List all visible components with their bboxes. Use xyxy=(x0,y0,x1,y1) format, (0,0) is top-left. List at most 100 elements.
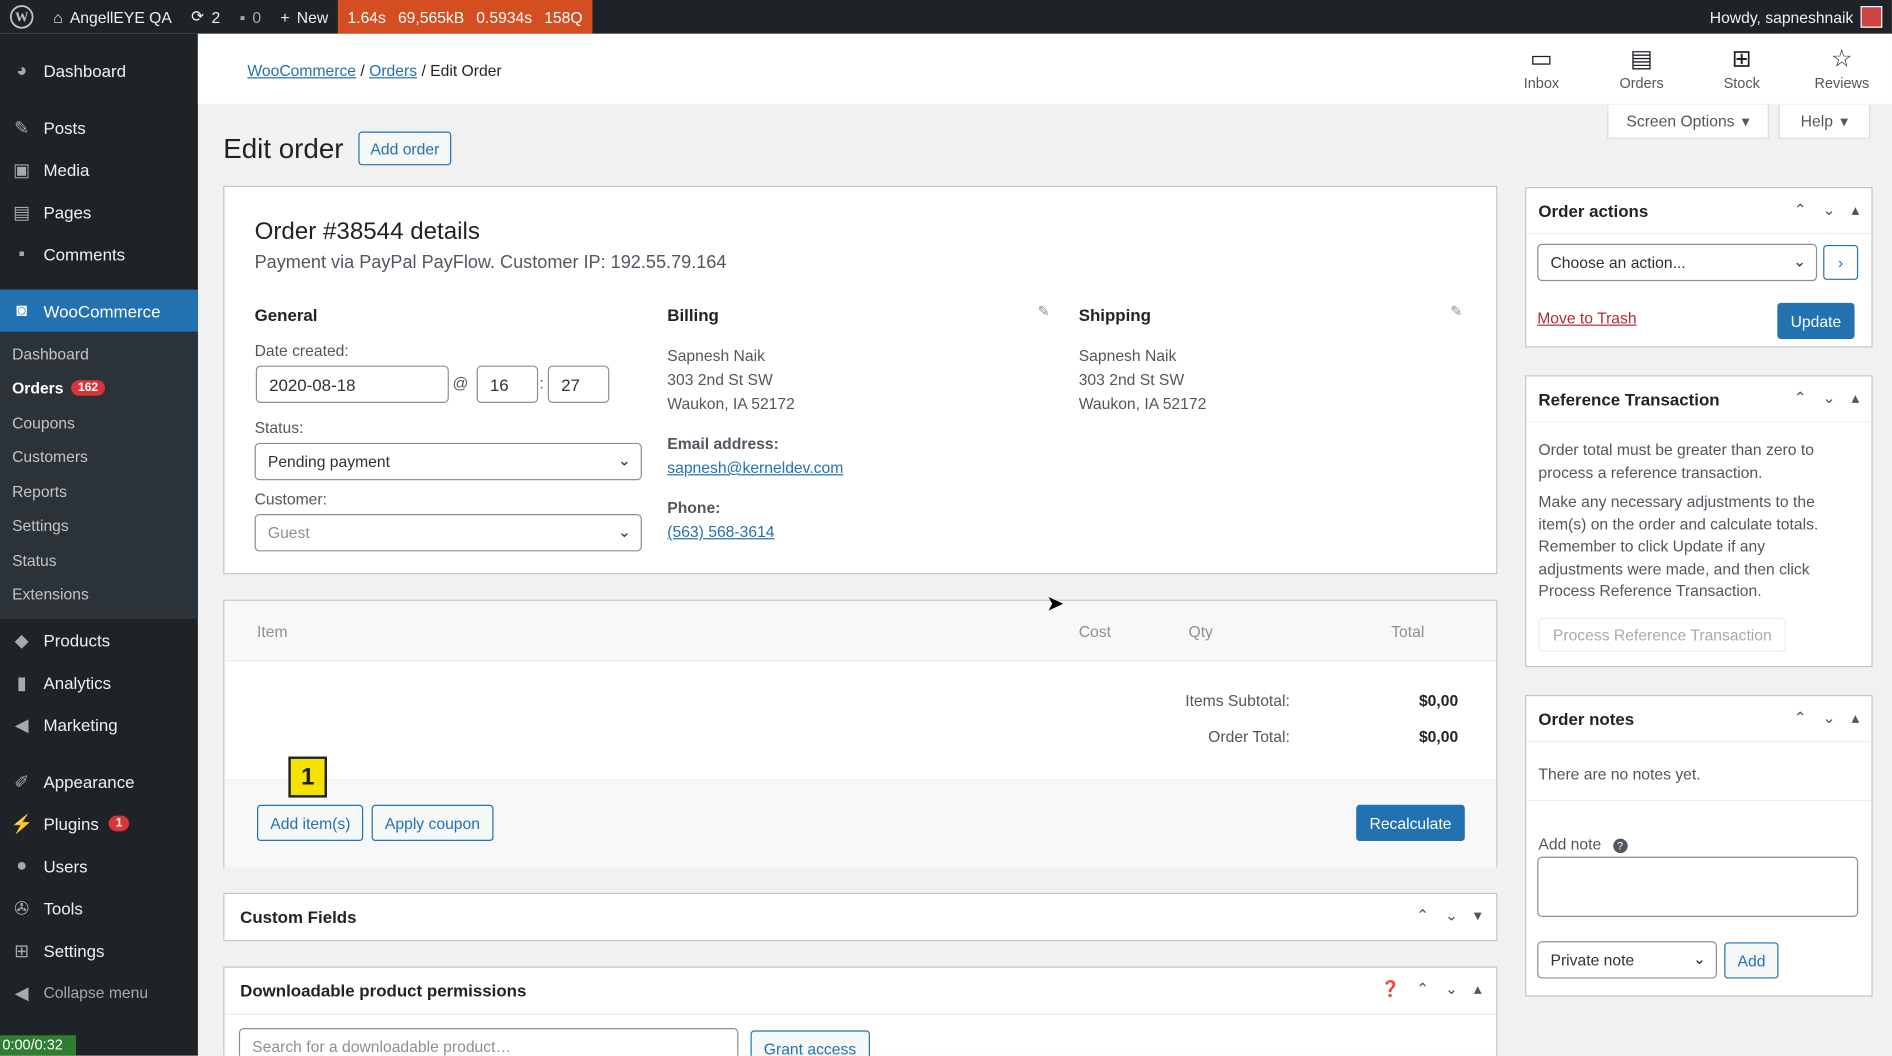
apply-coupon-button[interactable]: Apply coupon xyxy=(371,804,494,842)
menu-settings[interactable]: ⊞ Settings xyxy=(0,929,198,971)
submenu-coupons[interactable]: Coupons xyxy=(0,405,198,439)
move-up-icon[interactable]: ⌃ xyxy=(1794,200,1807,219)
submenu-orders-label: Orders xyxy=(12,379,64,398)
items-actions-bar: Add item(s) Apply coupon Recalculate xyxy=(224,779,1497,868)
menu-tools[interactable]: ✇ Tools xyxy=(0,887,198,929)
menu-analytics[interactable]: ▮ Analytics xyxy=(0,661,198,703)
menu-marketing[interactable]: ◀ Marketing xyxy=(0,703,198,745)
move-up-icon[interactable]: ⌃ xyxy=(1794,708,1807,727)
orders-tab[interactable]: ▤ Orders xyxy=(1592,43,1692,92)
edit-billing-pencil-icon[interactable]: ✎ xyxy=(1038,303,1050,320)
menu-comments[interactable]: ▪ Comments xyxy=(0,233,198,275)
update-order-button[interactable]: Update xyxy=(1777,302,1855,340)
add-order-button[interactable]: Add order xyxy=(358,131,452,166)
edit-shipping-pencil-icon[interactable]: ✎ xyxy=(1450,303,1462,320)
toggle-panel-icon[interactable]: ▴ xyxy=(1851,708,1859,727)
breadcrumb-woocommerce[interactable]: WooCommerce xyxy=(247,62,356,80)
date-created-input[interactable]: 2020-08-18 xyxy=(255,365,449,404)
menu-products[interactable]: ◆ Products xyxy=(0,619,198,661)
submenu-orders[interactable]: Orders 162 xyxy=(0,371,198,405)
submenu-dashboard[interactable]: Dashboard xyxy=(0,337,198,371)
inbox-icon: ▭ xyxy=(1530,45,1553,73)
collapse-menu-button[interactable]: ◀ Collapse menu xyxy=(0,971,198,1013)
hour-input[interactable]: 16 xyxy=(476,365,539,404)
help-question-icon[interactable]: ❓ xyxy=(1381,980,1401,999)
query-monitor-stats[interactable]: 1.64s 69,565kB 0.5934s 158Q xyxy=(337,0,593,34)
wordpress-logo-icon[interactable]: W xyxy=(0,0,43,34)
menu-appearance[interactable]: ✐ Appearance xyxy=(0,760,198,802)
move-down-icon[interactable]: ⌄ xyxy=(1823,389,1836,408)
recalculate-button[interactable]: Recalculate xyxy=(1356,804,1465,842)
toggle-panel-icon[interactable]: ▾ xyxy=(1474,906,1482,925)
phone-link[interactable]: (563) 568-3614 xyxy=(667,522,774,540)
submenu-reports[interactable]: Reports xyxy=(0,474,198,508)
move-to-trash-link[interactable]: Move to Trash xyxy=(1537,309,1636,327)
minute-input[interactable]: 27 xyxy=(547,365,610,404)
add-items-button[interactable]: Add item(s) xyxy=(257,804,364,842)
order-action-select[interactable]: Choose an action... ⌄ xyxy=(1537,243,1818,282)
note-type-select[interactable]: Private note ⌄ xyxy=(1537,941,1717,979)
customer-select[interactable]: Guest ⌄ xyxy=(254,514,642,552)
help-question-icon[interactable]: ? xyxy=(1612,838,1628,854)
menu-posts[interactable]: ✎ Posts xyxy=(0,106,198,148)
submenu-customers[interactable]: Customers xyxy=(0,440,198,474)
menu-marketing-label: Marketing xyxy=(43,714,118,735)
column-item: Item xyxy=(257,622,288,641)
submenu-extensions[interactable]: Extensions xyxy=(0,577,198,611)
move-down-icon[interactable]: ⌄ xyxy=(1445,980,1458,999)
my-account-link[interactable]: Howdy, sapneshnaik xyxy=(1700,0,1892,34)
downloadable-product-search[interactable]: Search for a downloadable product… xyxy=(238,1028,739,1056)
orders-icon: ▤ xyxy=(1630,45,1653,73)
reference-note-2: Make any necessary adjustments to the it… xyxy=(1538,492,1819,600)
breadcrumb-orders[interactable]: Orders xyxy=(369,62,417,80)
site-name-link[interactable]: ⌂ AngellEYE QA xyxy=(43,0,181,34)
add-note-textarea[interactable] xyxy=(1537,856,1859,918)
submenu-status[interactable]: Status xyxy=(0,543,198,577)
updates-link[interactable]: ⟳ 2 xyxy=(181,0,229,34)
move-down-icon[interactable]: ⌄ xyxy=(1445,906,1458,925)
admin-bar: W ⌂ AngellEYE QA ⟳ 2 ▪ 0 + New 1.64s 69,… xyxy=(0,0,1892,34)
order-title: Order #38544 details xyxy=(254,218,480,245)
inbox-label: Inbox xyxy=(1523,74,1560,92)
toggle-panel-icon[interactable]: ▴ xyxy=(1474,980,1482,999)
reviews-label: Reviews xyxy=(1814,74,1870,92)
menu-users[interactable]: ● Users xyxy=(0,845,198,887)
move-up-icon[interactable]: ⌃ xyxy=(1416,906,1429,925)
move-down-icon[interactable]: ⌄ xyxy=(1823,200,1836,219)
status-select[interactable]: Pending payment ⌄ xyxy=(254,442,642,481)
custom-fields-box[interactable]: Custom Fields ⌃ ⌄ ▾ xyxy=(223,892,1498,942)
column-total: Total xyxy=(1391,622,1425,641)
menu-woocommerce[interactable]: ◙ WooCommerce xyxy=(0,289,198,332)
comments-link[interactable]: ▪ 0 xyxy=(230,0,271,34)
settings-icon: ⊞ xyxy=(14,940,30,962)
help-button[interactable]: Help ▾ xyxy=(1778,104,1871,139)
move-up-icon[interactable]: ⌃ xyxy=(1416,980,1429,999)
grant-access-button[interactable]: Grant access xyxy=(750,1030,870,1056)
screen-options-button[interactable]: Screen Options ▾ xyxy=(1607,104,1769,139)
new-content-link[interactable]: + New xyxy=(271,0,338,34)
add-note-button[interactable]: Add xyxy=(1724,942,1779,979)
menu-plugins[interactable]: ⚡ Plugins 1 xyxy=(0,802,198,844)
help-label: Help xyxy=(1800,112,1833,131)
order-actions-box: Order actions ⌃ ⌄ ▴ Choose an action... ⌄… xyxy=(1525,187,1873,348)
submenu-settings[interactable]: Settings xyxy=(0,509,198,543)
stock-icon: ⊞ xyxy=(1731,45,1752,73)
toggle-panel-icon[interactable]: ▴ xyxy=(1851,389,1859,408)
toggle-panel-icon[interactable]: ▴ xyxy=(1851,200,1859,219)
menu-pages[interactable]: ▤ Pages xyxy=(0,191,198,233)
move-up-icon[interactable]: ⌃ xyxy=(1794,389,1807,408)
inbox-tab[interactable]: ▭ Inbox xyxy=(1491,43,1591,92)
stock-tab[interactable]: ⊞ Stock xyxy=(1692,43,1792,92)
reviews-tab[interactable]: ☆ Reviews xyxy=(1792,43,1892,92)
activity-panel: ▭ Inbox ▤ Orders ⊞ Stock ☆ Reviews xyxy=(1491,43,1892,92)
email-link[interactable]: sapnesh@kerneldev.com xyxy=(667,459,843,477)
move-down-icon[interactable]: ⌄ xyxy=(1823,708,1836,727)
brush-icon: ✐ xyxy=(14,771,30,793)
menu-media[interactable]: ▣ Media xyxy=(0,148,198,190)
menu-plugins-label: Plugins xyxy=(43,813,99,834)
menu-dashboard[interactable]: ◕ Dashboard xyxy=(0,49,198,91)
process-reference-transaction-button[interactable]: Process Reference Transaction xyxy=(1538,617,1787,652)
menu-users-label: Users xyxy=(43,856,88,876)
submenu-status-label: Status xyxy=(12,551,57,570)
apply-action-arrow-button[interactable]: › xyxy=(1823,244,1859,280)
